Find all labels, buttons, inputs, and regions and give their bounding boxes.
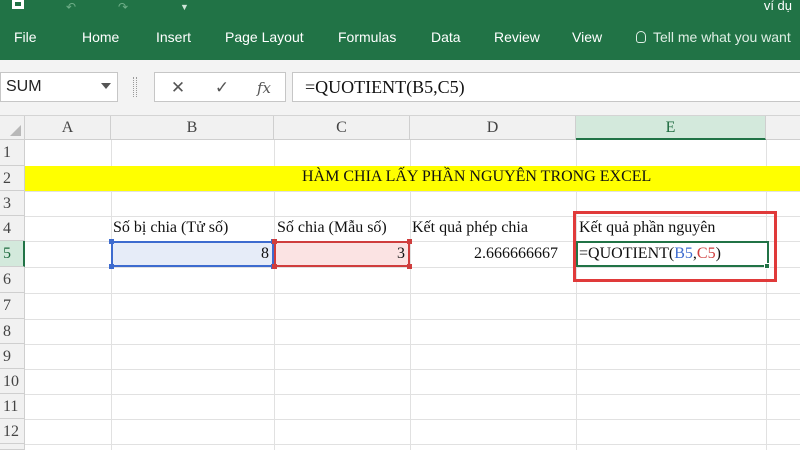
tab-insert[interactable]: Insert	[156, 16, 191, 60]
document-title: ví dụ	[763, 0, 792, 13]
tab-review[interactable]: Review	[494, 16, 540, 60]
tab-formulas[interactable]: Formulas	[338, 16, 396, 60]
cell-d4[interactable]: Kết quả phép chia	[412, 219, 528, 237]
row-header-7[interactable]: 7	[0, 293, 25, 319]
undo-icon[interactable]: ↶	[66, 0, 76, 16]
cell-b4[interactable]: Số bị chia (Tử số)	[113, 219, 228, 237]
banner-title: HÀM CHIA LẤY PHẦN NGUYÊN TRONG EXCEL	[302, 168, 652, 185]
tab-file[interactable]: File	[14, 16, 37, 60]
row-header-2[interactable]: 2	[0, 166, 25, 191]
row-header-11[interactable]: 11	[0, 394, 25, 419]
lightbulb-icon	[636, 31, 646, 43]
row-header-9[interactable]: 9	[0, 344, 25, 369]
tab-home[interactable]: Home	[82, 16, 119, 60]
formula-buttons: ✕ ✓ fx	[154, 72, 286, 102]
row-header-8[interactable]: 8	[0, 319, 25, 344]
row-header-6[interactable]: 6	[0, 267, 25, 293]
row-header-1[interactable]: 1	[0, 140, 25, 166]
annotation-highlight	[573, 211, 777, 282]
column-header-a[interactable]: A	[25, 116, 111, 140]
row-header-4[interactable]: 4	[0, 216, 25, 241]
gridline	[25, 319, 800, 320]
formula-bar-splitter[interactable]	[133, 77, 137, 97]
row-header-13[interactable]	[0, 444, 25, 450]
column-header-c[interactable]: C	[274, 116, 410, 140]
name-box-value: SUM	[6, 78, 42, 95]
range-handle[interactable]	[272, 264, 277, 269]
cell-b5-value: 8	[261, 245, 269, 262]
cancel-icon[interactable]: ✕	[165, 76, 191, 100]
range-handle[interactable]	[272, 239, 277, 244]
redo-icon[interactable]: ↷	[118, 0, 128, 16]
row-header-3[interactable]: 3	[0, 191, 25, 216]
customize-quick-access-icon[interactable]: ▼	[180, 0, 189, 16]
save-icon[interactable]	[10, 0, 26, 16]
select-all-button[interactable]	[0, 116, 25, 140]
gridline	[25, 444, 800, 445]
gridline	[25, 419, 800, 420]
column-header-f[interactable]	[766, 116, 800, 140]
row-header-5[interactable]: 5	[0, 241, 25, 267]
formula-bar: SUM ✕ ✓ fx =QUOTIENT(B5,C5)	[0, 60, 800, 116]
cell-b5-reference[interactable]: 8	[109, 239, 276, 269]
title-banner-row[interactable]: HÀM CHIA LẤY PHẦN NGUYÊN TRONG EXCEL	[25, 166, 800, 191]
insert-function-icon[interactable]: fx	[251, 76, 277, 100]
cell-d5[interactable]: 2.666666667	[474, 245, 558, 263]
ribbon-tabs: File Home Insert Page Layout Formulas Da…	[0, 16, 800, 60]
column-header-b[interactable]: B	[111, 116, 274, 140]
formula-input[interactable]: =QUOTIENT(B5,C5)	[292, 72, 800, 102]
name-box[interactable]: SUM	[0, 72, 118, 102]
tab-data[interactable]: Data	[431, 16, 461, 60]
gridline	[25, 369, 800, 370]
tell-me-label: Tell me what you want	[653, 29, 791, 45]
cell-c4[interactable]: Số chia (Mẫu số)	[277, 219, 387, 237]
range-handle[interactable]	[407, 239, 412, 244]
row-header-12[interactable]: 12	[0, 419, 25, 444]
range-handle[interactable]	[407, 264, 412, 269]
title-bar: ↶ ↷ ▼ ví dụ	[0, 0, 800, 16]
range-handle[interactable]	[109, 239, 114, 244]
cell-c5-value: 3	[397, 245, 405, 262]
gridline	[25, 344, 800, 345]
tell-me-search[interactable]: Tell me what you want	[636, 16, 791, 60]
chevron-down-icon[interactable]	[101, 83, 111, 89]
formula-text: =QUOTIENT(B5,C5)	[305, 77, 465, 97]
tab-view[interactable]: View	[572, 16, 602, 60]
enter-icon[interactable]: ✓	[209, 76, 235, 100]
range-handle[interactable]	[109, 264, 114, 269]
tab-page-layout[interactable]: Page Layout	[225, 16, 304, 60]
gridline	[25, 191, 800, 192]
gridline	[25, 394, 800, 395]
cell-c5-reference[interactable]: 3	[272, 239, 412, 269]
column-header-e[interactable]: E	[576, 116, 766, 140]
row-header-10[interactable]: 10	[0, 369, 25, 394]
gridline	[25, 293, 800, 294]
column-header-d[interactable]: D	[410, 116, 576, 140]
